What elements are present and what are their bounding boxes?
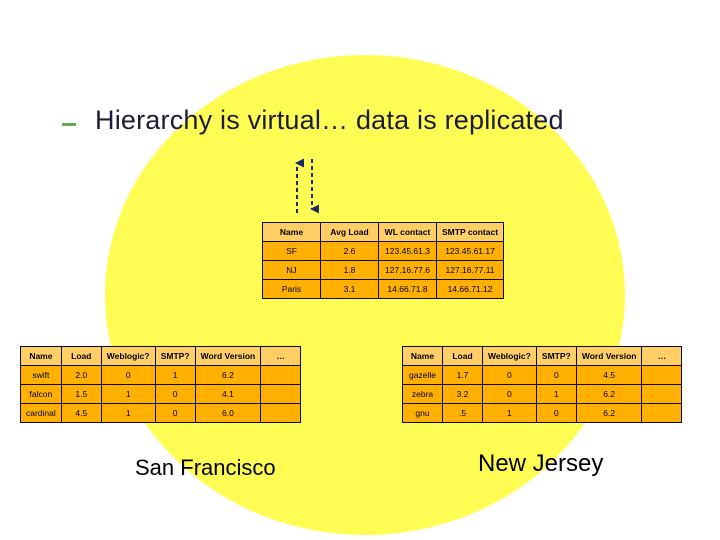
nj-table: Name Load Weblogic? SMTP? Word Version ……	[402, 346, 682, 423]
table-row: gnu.5106.2	[403, 404, 682, 423]
col-header: …	[642, 347, 682, 366]
nj-label: New Jersey	[478, 450, 603, 478]
col-header: …	[261, 347, 301, 366]
col-header: Word Version	[195, 347, 261, 366]
col-header: Load	[443, 347, 483, 366]
slide-title: Hierarchy is virtual… data is replicated	[95, 105, 564, 136]
col-header: Name	[403, 347, 443, 366]
table-row: SF 2.6 123.45.61.3 123.45.61.17	[263, 242, 504, 261]
col-header: SMTP?	[536, 347, 576, 366]
table-row: swift2.0016.2	[21, 366, 301, 385]
arrow-up-icon	[290, 157, 304, 215]
col-header: Weblogic?	[483, 347, 537, 366]
sf-label: San Francisco	[135, 455, 276, 481]
table-row: falcon1.5104.1	[21, 385, 301, 404]
table-row: cardinal4.5106.0	[21, 404, 301, 423]
col-header: Word Version	[576, 347, 642, 366]
col-header: Weblogic?	[101, 347, 155, 366]
sf-table: Name Load Weblogic? SMTP? Word Version ……	[20, 346, 301, 423]
table-row: zebra3.2016.2	[403, 385, 682, 404]
table-row: Paris 3.1 14.66.71.8 14.66.71.12	[263, 280, 504, 299]
col-header: SMTP contact	[437, 223, 504, 242]
col-header: WL contact	[379, 223, 437, 242]
col-header: SMTP?	[155, 347, 195, 366]
arrow-down-icon	[305, 157, 319, 215]
summary-table: Name Avg Load WL contact SMTP contact SF…	[262, 222, 504, 299]
col-header: Load	[61, 347, 101, 366]
col-header: Avg Load	[321, 223, 379, 242]
table-row: NJ 1.8 127.16.77.6 127.16.77.11	[263, 261, 504, 280]
col-header: Name	[21, 347, 62, 366]
col-header: Name	[263, 223, 321, 242]
title-bullet	[62, 123, 76, 126]
table-row: gazelle1.7004.5	[403, 366, 682, 385]
